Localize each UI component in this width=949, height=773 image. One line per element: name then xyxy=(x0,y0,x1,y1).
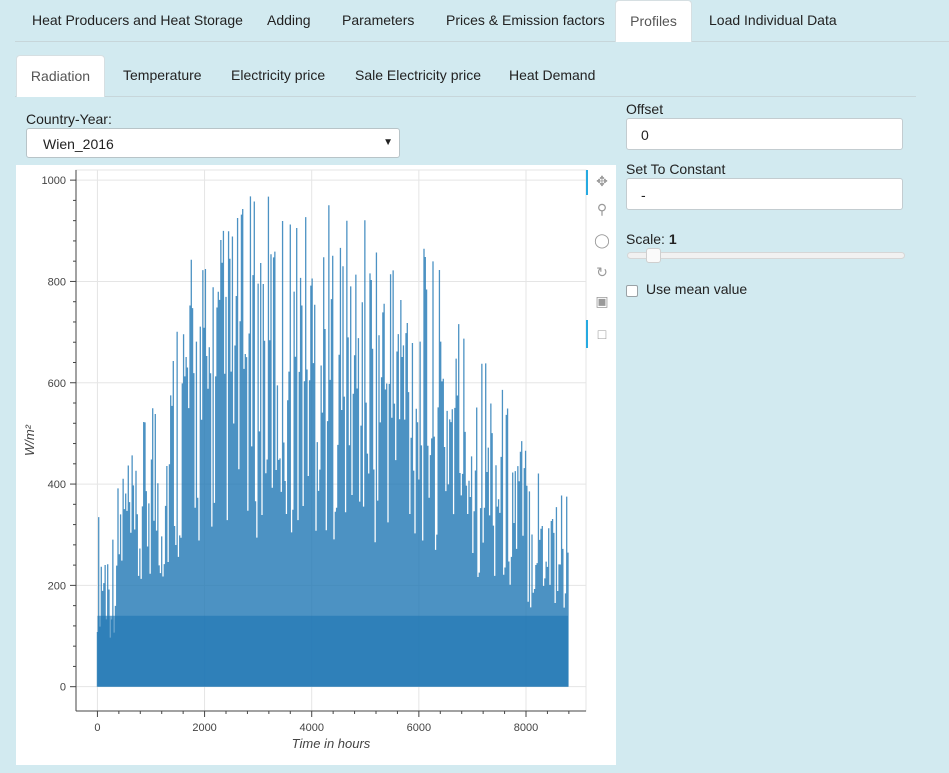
y-tick-label: 400 xyxy=(48,479,66,491)
reset-icon[interactable]: ↻ xyxy=(593,264,611,281)
scale-value: 1 xyxy=(668,231,677,247)
y-tick-label: 0 xyxy=(60,682,66,694)
tab-prices-emission[interactable]: Prices & Emission factors xyxy=(446,0,605,40)
tab-heat-producers[interactable]: Heat Producers and Heat Storage xyxy=(32,0,243,40)
save-icon[interactable]: ▣ xyxy=(593,293,611,310)
scale-label: Scale: 1 xyxy=(626,231,677,247)
tab-adding[interactable]: Adding xyxy=(267,0,311,40)
set-constant-label: Set To Constant xyxy=(626,161,726,177)
y-tick-label: 600 xyxy=(48,378,66,390)
offset-label: Offset xyxy=(626,101,664,117)
scale-slider[interactable] xyxy=(627,252,905,259)
toolbar-active-marker xyxy=(586,170,588,195)
set-constant-value: - xyxy=(641,187,646,203)
tab-radiation[interactable]: Radiation xyxy=(16,55,105,97)
y-tick-label: 800 xyxy=(48,276,66,288)
radiation-plot-panel: 0 2000 4000 6000 8000 0 200 400 600 800 1000 Time i… xyxy=(16,165,616,765)
wheel-zoom-icon[interactable]: ◯ xyxy=(593,232,611,249)
x-tick-label: 6000 xyxy=(407,722,431,734)
offset-input[interactable]: 0 xyxy=(626,118,903,150)
tab-parameters[interactable]: Parameters xyxy=(342,0,414,40)
use-mean-value-label: Use mean value xyxy=(646,281,748,297)
tab-profiles[interactable]: Profiles xyxy=(615,0,692,42)
pan-icon[interactable]: ✥ xyxy=(593,173,611,190)
x-tick-label: 2000 xyxy=(192,722,216,734)
y-tick-label: 200 xyxy=(48,580,66,592)
x-tick-label: 8000 xyxy=(514,722,538,734)
radiation-chart[interactable]: 0 2000 4000 6000 8000 0 200 400 600 800 1000 Time i… xyxy=(16,165,616,765)
tab-sale-electricity-price[interactable]: Sale Electricity price xyxy=(355,55,481,95)
country-year-select[interactable]: Wien_2016 ▼ xyxy=(26,128,400,158)
chevron-down-icon: ▼ xyxy=(383,137,393,148)
hover-icon[interactable]: □ xyxy=(593,326,611,342)
y-tick-label: 1000 xyxy=(42,175,66,187)
set-constant-input[interactable]: - xyxy=(626,178,903,210)
offset-value: 0 xyxy=(641,127,649,143)
tab-electricity-price[interactable]: Electricity price xyxy=(231,55,325,95)
toolbar-active-marker-hover xyxy=(586,320,588,348)
tab-load-individual-data[interactable]: Load Individual Data xyxy=(709,0,837,40)
tab-heat-demand[interactable]: Heat Demand xyxy=(509,55,595,95)
x-tick-label: 0 xyxy=(94,722,100,734)
scale-slider-handle[interactable] xyxy=(646,248,661,263)
box-zoom-icon[interactable]: ⚲ xyxy=(593,201,611,218)
x-tick-label: 4000 xyxy=(299,722,323,734)
x-axis-label: Time in hours xyxy=(292,736,371,751)
country-year-value: Wien_2016 xyxy=(43,136,114,152)
country-year-label: Country-Year: xyxy=(26,111,112,127)
y-axis-label: W/m² xyxy=(22,424,37,456)
tab-temperature[interactable]: Temperature xyxy=(123,55,202,95)
scale-label-text: Scale: xyxy=(626,231,665,247)
use-mean-value-checkbox[interactable] xyxy=(626,285,638,297)
